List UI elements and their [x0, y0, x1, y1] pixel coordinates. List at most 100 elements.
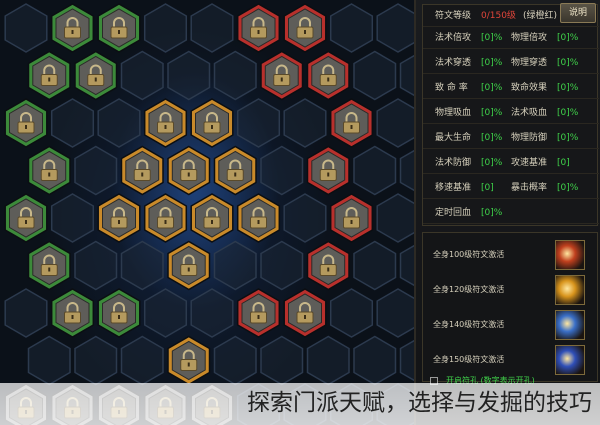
stat-row: 法术防御 [0]% 攻速基准 [0]: [423, 152, 599, 174]
locked-rune-slot-green[interactable]: [27, 240, 71, 291]
locked-rune-slot-red[interactable]: [283, 288, 327, 338]
empty-rune-slot: [353, 145, 397, 196]
help-button[interactable]: 说明: [560, 3, 596, 23]
empty-rune-slot: [120, 335, 164, 386]
empty-rune-slot: [120, 50, 164, 101]
locked-rune-slot-red[interactable]: [236, 288, 281, 338]
fire-rune-icon[interactable]: [555, 240, 585, 270]
stat-label: 暴击概率: [511, 183, 548, 193]
locked-rune-slot-gold[interactable]: [190, 98, 234, 148]
stat-row: 致 命 率 [0]% 致命效果 [0]%: [423, 77, 599, 99]
stat-label: 攻速基准: [511, 158, 548, 168]
stat-value: [0]: [557, 158, 570, 168]
stat-value: [0]%: [481, 158, 503, 168]
locked-rune-slot-gold[interactable]: [167, 240, 211, 291]
locked-rune-slot-gold[interactable]: [143, 98, 188, 148]
locked-rune-slot-green[interactable]: [97, 3, 141, 53]
rune-stats-panel: 符文等级 0/150级 (绿橙红) 法术倍攻 [0]% 物理倍攻 [0]% 法术穿透 [0…: [414, 0, 600, 425]
stat-value: [0]%: [557, 83, 579, 93]
activation-list: 全身100级符文激活 全身120级符文激活 全身140级符文激活 全身150级符文激活: [422, 232, 598, 382]
locked-rune-slot-red[interactable]: [329, 193, 374, 243]
activation-row: 全身120级符文激活: [423, 272, 599, 308]
locked-rune-slot-green[interactable]: [50, 3, 95, 53]
stat-label: 移速基准: [435, 183, 472, 193]
activation-row: 全身150级符文激活: [423, 342, 599, 378]
locked-rune-slot-red[interactable]: [306, 240, 350, 291]
stat-value: [0]%: [557, 133, 579, 143]
stat-row: 移速基准 [0] 暴击概率 [0]%: [423, 177, 599, 199]
empty-rune-slot: [143, 288, 188, 338]
activation-row: 全身140级符文激活: [423, 307, 599, 343]
stat-label: 法术防御: [435, 158, 472, 168]
locked-rune-slot-green[interactable]: [27, 145, 71, 196]
locked-rune-slot-green[interactable]: [27, 50, 71, 101]
locked-rune-slot-red[interactable]: [306, 145, 350, 196]
stat-value: [0]%: [557, 183, 579, 193]
empty-rune-slot: [167, 50, 211, 101]
locked-rune-slot-green[interactable]: [97, 288, 141, 338]
empty-rune-slot: [399, 149, 414, 192]
stat-value: [0]%: [481, 83, 503, 93]
stat-label: 致 命 率: [435, 83, 468, 93]
stat-label: 物理穿透: [511, 58, 548, 68]
stat-label: 物理倍攻: [511, 33, 548, 43]
empty-rune-slot: [353, 240, 397, 291]
rune-board: [0, 0, 414, 425]
locked-rune-slot-green[interactable]: [4, 193, 48, 243]
empty-rune-slot: [376, 193, 414, 243]
activation-label: 全身120级符文激活: [433, 285, 505, 294]
empty-rune-slot: [283, 98, 327, 148]
stat-label: 致命效果: [511, 83, 548, 93]
locked-rune-slot-red[interactable]: [260, 50, 304, 101]
locked-rune-slot-green[interactable]: [50, 288, 95, 338]
empty-rune-slot: [190, 3, 234, 53]
empty-rune-slot: [399, 339, 414, 382]
locked-rune-slot-gold[interactable]: [236, 193, 281, 243]
locked-rune-slot-red[interactable]: [306, 50, 350, 101]
empty-rune-slot: [213, 50, 257, 101]
stat-value: [0]%: [557, 58, 579, 68]
locked-rune-slot-gold[interactable]: [213, 145, 257, 196]
stat-label: 法术吸血: [511, 108, 548, 118]
activation-label: 全身150级符文激活: [433, 355, 505, 364]
locked-rune-slot-gold[interactable]: [190, 193, 234, 243]
activation-label: 全身140级符文激活: [433, 320, 505, 329]
locked-rune-slot-green[interactable]: [4, 98, 48, 148]
caption-text: 探索门派天赋，选择与发掘的技巧: [247, 390, 592, 416]
frost-rune-icon[interactable]: [555, 345, 585, 375]
empty-rune-slot: [143, 3, 188, 53]
flame-rune-icon[interactable]: [555, 275, 585, 305]
empty-rune-slot: [376, 288, 414, 338]
stat-value: [0]%: [481, 58, 503, 68]
empty-rune-slot: [120, 240, 164, 291]
locked-rune-slot-gold[interactable]: [143, 193, 188, 243]
stat-row: 定时回血 [0]%: [423, 202, 599, 224]
stat-label: 定时回血: [435, 208, 472, 218]
locked-rune-slot-gold[interactable]: [120, 145, 164, 196]
stat-label: 法术倍攻: [435, 33, 472, 43]
locked-rune-slot-gold[interactable]: [167, 145, 211, 196]
empty-rune-slot: [376, 98, 414, 148]
empty-rune-slot: [74, 145, 118, 196]
empty-rune-slot: [213, 240, 257, 291]
locked-rune-slot-red[interactable]: [236, 3, 281, 53]
activation-row: 全身100级符文激活: [423, 237, 599, 273]
empty-rune-slot: [353, 335, 397, 386]
empty-rune-slot: [306, 335, 350, 386]
empty-rune-slot: [190, 288, 234, 338]
empty-rune-slot: [74, 240, 118, 291]
locked-rune-slot-red[interactable]: [329, 98, 374, 148]
activation-label: 全身100级符文激活: [433, 250, 505, 259]
locked-rune-slot-gold[interactable]: [167, 335, 211, 386]
stat-row: 法术穿透 [0]% 物理穿透 [0]%: [423, 52, 599, 74]
empty-rune-slot: [50, 98, 95, 148]
empty-rune-slot: [376, 3, 414, 53]
stat-value: [0]%: [557, 108, 579, 118]
rune-level-value: 0/150级: [481, 11, 516, 21]
locked-rune-slot-green[interactable]: [74, 50, 118, 101]
locked-rune-slot-gold[interactable]: [97, 193, 141, 243]
lightning-rune-icon[interactable]: [555, 310, 585, 340]
empty-rune-slot: [97, 98, 141, 148]
stat-value: [0]%: [557, 33, 579, 43]
locked-rune-slot-red[interactable]: [283, 3, 327, 53]
